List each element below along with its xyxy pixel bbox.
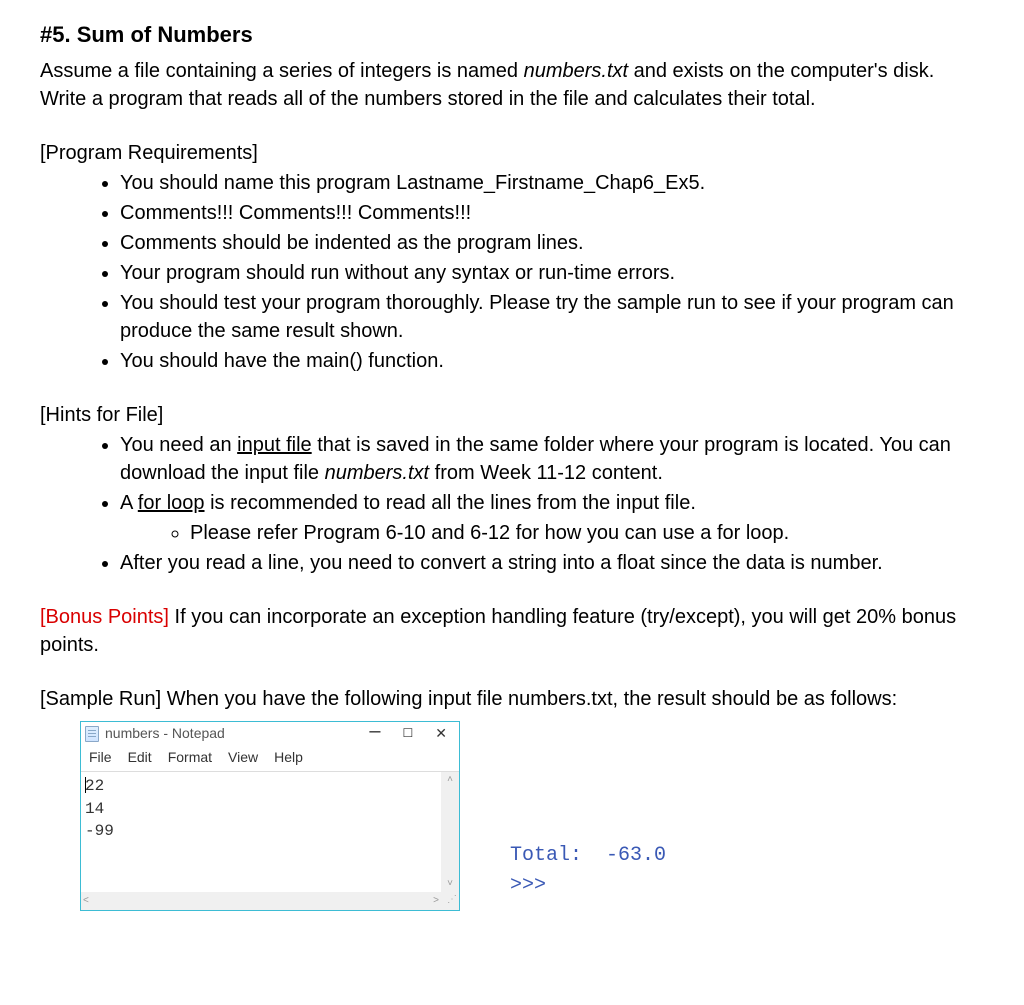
list-item: Your program should run without any synt… <box>120 259 984 287</box>
hint-text: You need an <box>120 434 237 456</box>
window-controls: – ☐ ✕ <box>369 724 455 744</box>
list-item: Comments!!! Comments!!! Comments!!! <box>120 199 984 227</box>
menu-edit[interactable]: Edit <box>128 748 152 768</box>
sample-run-area: numbers - Notepad – ☐ ✕ File Edit Format… <box>80 721 984 912</box>
exercise-title: #5. Sum of Numbers <box>40 20 984 51</box>
bonus-heading: [Bonus Points] <box>40 606 169 628</box>
list-item: Comments should be indented as the progr… <box>120 229 984 257</box>
menu-file[interactable]: File <box>89 748 112 768</box>
menu-format[interactable]: Format <box>168 748 212 768</box>
hints-heading: [Hints for File] <box>40 401 984 429</box>
horizontal-scrollbar[interactable]: ˂ ˃ <box>81 892 441 910</box>
hint-text: is recommended to read all the lines fro… <box>205 492 696 514</box>
requirements-list: You should name this program Lastname_Fi… <box>40 169 984 375</box>
hints-sublist: Please refer Program 6-10 and 6-12 for h… <box>120 519 984 547</box>
notepad-titlebar: numbers - Notepad – ☐ ✕ <box>81 722 459 746</box>
hints-list: You need an input file that is saved in … <box>40 431 984 577</box>
notepad-body: 22 14 -99 ˄ ˅ <box>81 771 459 892</box>
scroll-left-icon[interactable]: ˂ <box>83 894 89 908</box>
minimize-icon[interactable]: – <box>369 726 380 736</box>
sample-run-heading: [Sample Run] When you have the following… <box>40 685 984 713</box>
scroll-up-icon[interactable]: ˄ <box>441 772 459 788</box>
notepad-window: numbers - Notepad – ☐ ✕ File Edit Format… <box>80 721 460 912</box>
desc-filename: numbers.txt <box>524 60 628 82</box>
notepad-menubar: File Edit Format View Help <box>81 746 459 772</box>
text-caret <box>85 777 86 793</box>
bonus-section: [Bonus Points] If you can incorporate an… <box>40 603 984 659</box>
list-item: You need an input file that is saved in … <box>120 431 984 487</box>
list-item: You should test your program thoroughly.… <box>120 289 984 345</box>
exercise-description: Assume a file containing a series of int… <box>40 57 984 113</box>
hint-underline: for loop <box>138 492 205 514</box>
maximize-icon[interactable]: ☐ <box>403 725 414 742</box>
hint-text: from Week 11-12 content. <box>429 462 663 484</box>
list-item: You should name this program Lastname_Fi… <box>120 169 984 197</box>
list-item: After you read a line, you need to conve… <box>120 549 984 577</box>
vertical-scrollbar[interactable]: ˄ ˅ <box>441 772 459 892</box>
scroll-down-icon[interactable]: ˅ <box>441 876 459 892</box>
notepad-title-text: numbers - Notepad <box>105 724 369 744</box>
notepad-text-area[interactable]: 22 14 -99 <box>81 772 441 892</box>
list-item: You should have the main() function. <box>120 347 984 375</box>
list-item: A for loop is recommended to read all th… <box>120 489 984 547</box>
file-line: 22 <box>85 777 104 795</box>
notepad-icon <box>85 726 99 742</box>
list-item: Please refer Program 6-10 and 6-12 for h… <box>190 519 984 547</box>
hint-text: A <box>120 492 138 514</box>
python-output: Total: -63.0 >>> <box>510 841 666 901</box>
menu-view[interactable]: View <box>228 748 258 768</box>
desc-text-pre: Assume a file containing a series of int… <box>40 60 524 82</box>
menu-help[interactable]: Help <box>274 748 303 768</box>
output-prompt: >>> <box>510 871 666 901</box>
file-line: 14 <box>85 800 104 818</box>
bonus-text: If you can incorporate an exception hand… <box>40 606 956 656</box>
requirements-heading: [Program Requirements] <box>40 139 984 167</box>
close-icon[interactable]: ✕ <box>435 724 447 744</box>
scroll-right-icon[interactable]: ˃ <box>433 894 439 908</box>
output-total-line: Total: -63.0 <box>510 841 666 871</box>
hint-italic: numbers.txt <box>325 462 429 484</box>
notepad-bottom-bar: ˂ ˃ ⋰ <box>81 892 459 910</box>
file-line: -99 <box>85 822 114 840</box>
hint-underline: input file <box>237 434 312 456</box>
resize-grip-icon[interactable]: ⋰ <box>441 892 459 910</box>
